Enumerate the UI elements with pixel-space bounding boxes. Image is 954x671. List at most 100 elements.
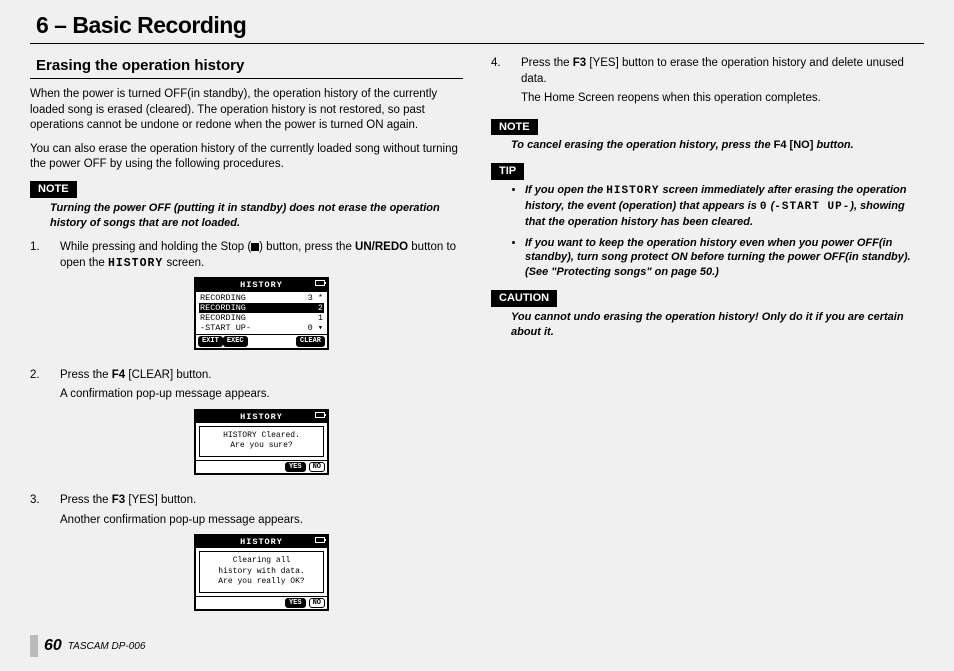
caution-body: You cannot undo erasing the operation hi… [511,310,924,340]
lcd-no-btn: NO [309,598,325,608]
steps-list-cont: 4. Press the F3 [YES] button to erase th… [491,56,924,111]
lcd-title: HISTORY [240,280,283,290]
tip-item-1: If you open the HISTORY screen immediate… [525,183,924,230]
popup-line: HISTORY Cleared. [202,431,321,441]
lcd-history-list: HISTORY RECORDING 3 * RECORDING 2 RECORDIN… [194,277,329,349]
note-label: NOTE [30,181,77,198]
step-num: 3. [30,493,60,621]
step-body: Press the F4 [CLEAR] button. A confirmat… [60,368,463,485]
step-3: 3. Press the F3 [YES] button. Another co… [30,493,463,621]
startup-word: -START UP- [774,201,850,213]
note-body-2: To cancel erasing the operation history,… [511,138,924,153]
text: Press the [60,494,112,506]
chapter-title: 6 – Basic Recording [30,12,924,44]
lcd-yes-btn: YES [285,598,306,608]
lcd-cell: -START UP- [200,323,251,333]
lcd-row: RECORDING 3 * [199,293,324,303]
tip-label: TIP [491,163,524,180]
step-1: 1. While pressing and holding the Stop (… [30,240,463,359]
battery-icon [315,412,325,418]
lcd-footer: YES NO [196,596,327,609]
lcd-confirm-2: HISTORY Clearing all history with data. … [194,534,329,611]
f4-label: F4 [112,369,125,381]
popup-line: Clearing all [202,556,321,566]
popup-line: Are you sure? [202,441,321,451]
battery-icon [315,537,325,543]
battery-icon [315,280,325,286]
text: Press the [60,369,112,381]
steps-list: 1. While pressing and holding the Stop (… [30,240,463,621]
lcd-cell: 2 [318,303,323,313]
step-4: 4. Press the F3 [YES] button to erase th… [491,56,924,111]
lcd-confirm-1: HISTORY HISTORY Cleared. Are you sure? Y… [194,409,329,475]
lcd-cell: 0 ▾ [308,323,323,333]
popup-line: Are you really OK? [202,577,321,587]
right-column: 4. Press the F3 [YES] button to erase th… [491,56,924,629]
text: A confirmation pop-up message appears. [60,387,463,403]
text: screen. [163,257,204,269]
lcd-no-btn: NO [309,462,325,472]
lcd-yes-btn: YES [285,462,306,472]
lcd-cell: RECORDING [200,293,246,303]
step-num: 2. [30,368,60,485]
text: [CLEAR] button. [125,369,211,381]
section-title: Erasing the operation history [30,56,463,79]
lcd-exec-btn: EXEC [223,336,248,346]
step-num: 1. [30,240,60,359]
lcd-cell: 3 * [308,293,323,303]
f3-label: F3 [112,494,125,506]
lcd-cell: RECORDING [200,303,246,313]
lcd-row: -START UP- 0 ▾ [199,323,324,333]
intro-p1: When the power is turned OFF(in standby)… [30,87,463,134]
history-word: HISTORY [606,185,659,197]
lcd-cell: 1 [318,313,323,323]
lcd-list: RECORDING 3 * RECORDING 2 RECORDING 1 -STAR… [196,292,327,335]
lcd-row: RECORDING 1 [199,313,324,323]
lcd-title: HISTORY [240,537,283,547]
text: If you open the [525,184,606,196]
footer-bar [30,635,38,657]
unredo-label: UN/REDO [355,241,408,253]
caution-label: CAUTION [491,290,557,307]
tip-body: If you open the HISTORY screen immediate… [511,183,924,280]
lcd-row-selected: RECORDING 2 [199,303,324,313]
zero-word: 0 [760,201,768,213]
step-body: Press the F3 [YES] button to erase the o… [521,56,924,111]
note-label: NOTE [491,119,538,136]
lcd-header: HISTORY [196,411,327,423]
left-column: Erasing the operation history When the p… [30,56,463,629]
lcd-popup: Clearing all history with data. Are you … [199,551,324,592]
lcd-cell: RECORDING [200,313,246,323]
text: [YES] button. [125,494,196,506]
text: Press the [521,57,573,69]
text: While pressing and holding the Stop ( [60,241,251,253]
page-number: 60 [44,637,62,655]
step-body: While pressing and holding the Stop ( ) b… [60,240,463,359]
intro-p2: You can also erase the operation history… [30,142,463,173]
tip-item-2: If you want to keep the operation histor… [525,236,924,281]
lcd-clear-btn: CLEAR [296,336,325,346]
text: To cancel erasing the operation history,… [511,139,774,151]
history-word: HISTORY [108,257,163,270]
page-footer: 60 TASCAM DP-006 [30,635,145,657]
lcd-footer: EXIT EXEC CLEAR [196,334,327,347]
lcd-exit-btn: EXIT [198,336,223,346]
lcd-footer: YES NO [196,460,327,473]
product-name: TASCAM DP-006 [68,641,146,652]
step-body: Press the F3 [YES] button. Another confi… [60,493,463,621]
f4-no-label: F4 [NO] [774,139,814,151]
step-2: 2. Press the F4 [CLEAR] button. A confir… [30,368,463,485]
text: ) button, press the [259,241,355,253]
text: Another confirmation pop-up message appe… [60,513,463,529]
text: button. [813,139,853,151]
popup-line: history with data. [202,567,321,577]
lcd-title: HISTORY [240,412,283,422]
text: The Home Screen reopens when this operat… [521,91,924,107]
lcd-header: HISTORY [196,536,327,548]
lcd-header: HISTORY [196,279,327,291]
columns: Erasing the operation history When the p… [30,56,924,629]
stop-icon [251,243,259,251]
f3-label: F3 [573,57,586,69]
lcd-popup: HISTORY Cleared. Are you sure? [199,426,324,457]
step-num: 4. [491,56,521,111]
